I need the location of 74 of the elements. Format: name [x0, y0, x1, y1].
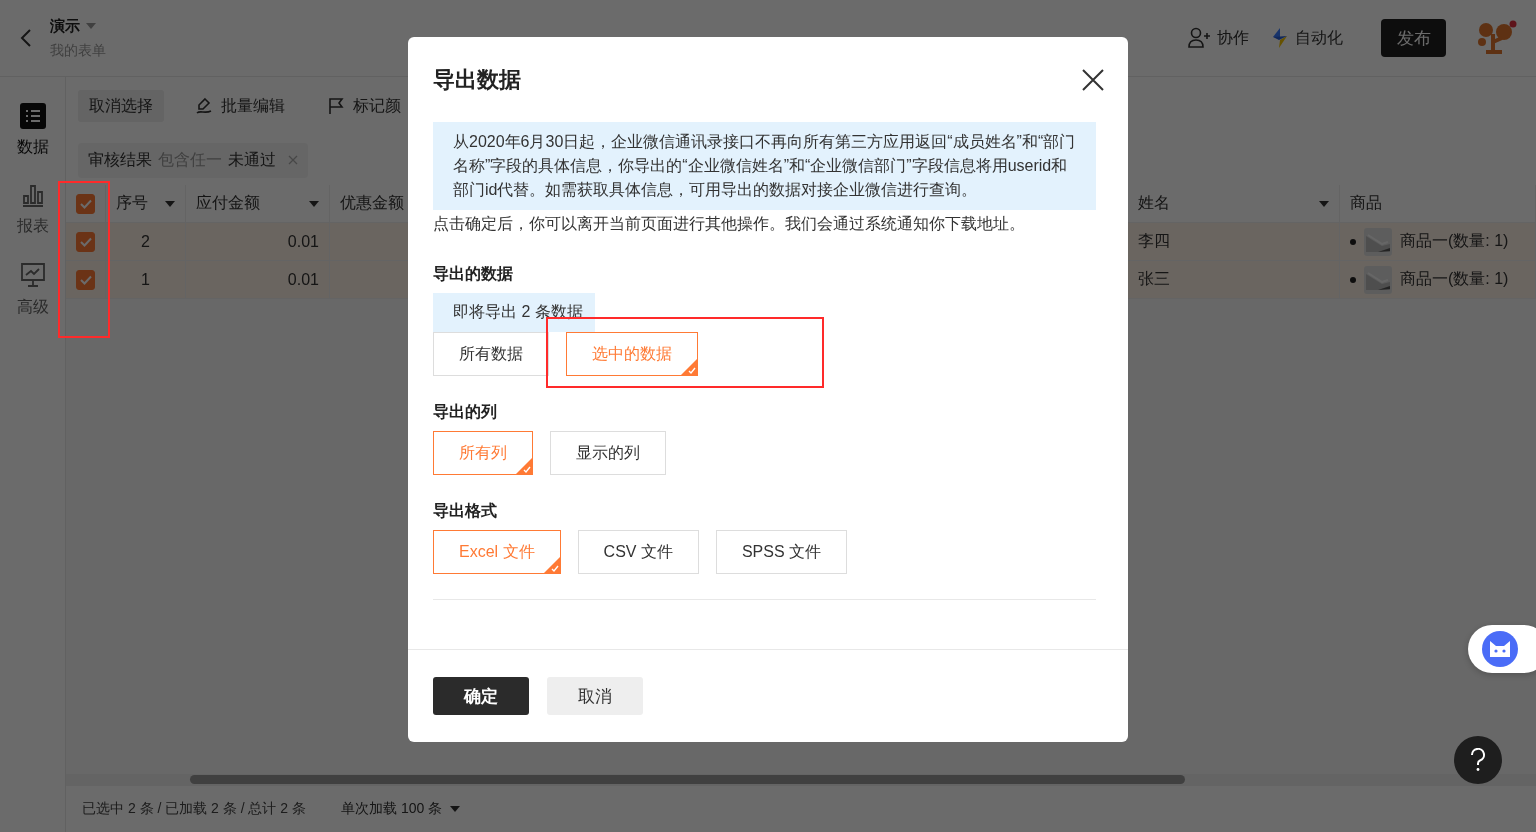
column-header[interactable]: 序号 — [106, 185, 186, 222]
check-icon — [79, 274, 92, 285]
list-icon — [19, 103, 46, 129]
form-title[interactable]: 演示 — [50, 16, 450, 36]
header-action-button[interactable]: 自动化 — [1271, 27, 1343, 49]
column-header[interactable]: 商品 — [1340, 185, 1536, 222]
option-button[interactable]: SPSS 文件 — [715, 530, 848, 574]
pen-icon — [195, 97, 213, 115]
column-header[interactable]: 应付金额 — [186, 185, 330, 222]
sidebar-item[interactable]: 高级 — [16, 261, 49, 318]
section-title: 导出格式 — [433, 501, 498, 521]
close-icon[interactable] — [1082, 68, 1104, 91]
section-title: 导出的数据 — [433, 264, 514, 284]
filter-value: 未通过 — [228, 149, 276, 170]
caret-icon — [1319, 200, 1329, 207]
table-cell: 0.01 — [287, 232, 319, 251]
filter-field: 审核结果 — [88, 149, 152, 171]
toolbar-button[interactable]: 取消选择 — [78, 90, 164, 122]
sidebar-item[interactable]: 数据 — [16, 103, 49, 158]
selected-corner-icon — [543, 557, 560, 573]
chat-button[interactable] — [1468, 625, 1536, 673]
bullet-icon — [1350, 276, 1356, 283]
dialog-title: 导出数据 — [433, 65, 521, 94]
toolbar-button[interactable]: 批量编辑 — [184, 90, 296, 122]
notice-text: 从2020年6月30日起，企业微信通讯录接口不再向所有第三方应用返回“成员姓名”和“部门名称”字段的具体信息，你导出的“企业微信姓名”和“企业微信部门”字段信息将用userid和部门id代替。如需获取具体信息，可用导出的数据对接企业微信进行查询。 — [433, 122, 1096, 210]
add-user-icon — [1187, 27, 1211, 49]
header-action-button[interactable]: 协作 — [1187, 27, 1249, 49]
table-cell-text: 商品一(数量: 1) — [1400, 231, 1509, 251]
selected-corner-icon — [516, 458, 532, 474]
option-button[interactable]: Excel 文件 — [433, 530, 561, 574]
check-icon — [79, 198, 92, 209]
select-all-checkbox[interactable] — [76, 193, 95, 214]
tree-logo-icon[interactable] — [1476, 20, 1518, 56]
sidebar-label: 高级 — [16, 297, 49, 317]
lightning-icon — [1271, 28, 1289, 48]
caret-icon — [165, 200, 175, 207]
option-button[interactable]: 所有数据 — [433, 332, 549, 376]
caret-icon — [86, 23, 96, 29]
confirm-button[interactable]: 确定 — [433, 677, 529, 715]
table-cell-text: 张三 — [1138, 269, 1170, 289]
scrollbar-thumb[interactable] — [190, 775, 1185, 784]
cancel-button[interactable]: 取消 — [547, 677, 643, 715]
back-icon[interactable] — [20, 28, 32, 48]
sidebar-label: 报表 — [16, 216, 49, 236]
selection-summary: 已选中 2 条 / 已加载 2 条 / 总计 2 条 — [82, 800, 307, 818]
row-checkbox[interactable] — [76, 231, 95, 252]
presentation-icon — [18, 261, 47, 289]
table-cell: 2 — [141, 232, 150, 251]
question-icon — [1470, 748, 1486, 772]
table-cell-text: 李四 — [1138, 231, 1170, 251]
flag-icon — [327, 97, 345, 115]
selected-corner-icon — [681, 359, 697, 375]
table-cell: 0.01 — [287, 270, 319, 289]
option-button[interactable]: 所有列 — [433, 431, 533, 475]
section-title: 导出的列 — [433, 402, 498, 422]
option-button[interactable]: 显示的列 — [550, 431, 666, 475]
option-button[interactable]: 选中的数据 — [566, 332, 698, 376]
option-button[interactable]: CSV 文件 — [577, 530, 699, 574]
info-text: 点击确定后，你可以离开当前页面进行其他操作。我们会通过系统通知你下载地址。 — [433, 214, 1026, 234]
bullet-icon — [1350, 238, 1356, 245]
action-label: 自动化 — [1295, 27, 1343, 48]
toolbar-button[interactable]: 标记颜 — [316, 90, 412, 122]
table-cell: 1 — [141, 270, 150, 289]
action-label: 协作 — [1217, 27, 1249, 48]
publish-button[interactable]: 发布 — [1381, 19, 1446, 57]
page-size-dropdown[interactable]: 单次加载 100 条 — [330, 793, 472, 825]
row-checkbox[interactable] — [76, 269, 95, 290]
caret-icon — [309, 200, 319, 207]
table-cell-text: 商品一(数量: 1) — [1400, 269, 1509, 289]
caret-icon — [450, 806, 461, 812]
sidebar-item[interactable]: 报表 — [16, 182, 49, 237]
cat-face-icon — [1482, 631, 1518, 667]
check-icon — [79, 236, 92, 247]
sidebar-label: 数据 — [16, 137, 49, 157]
